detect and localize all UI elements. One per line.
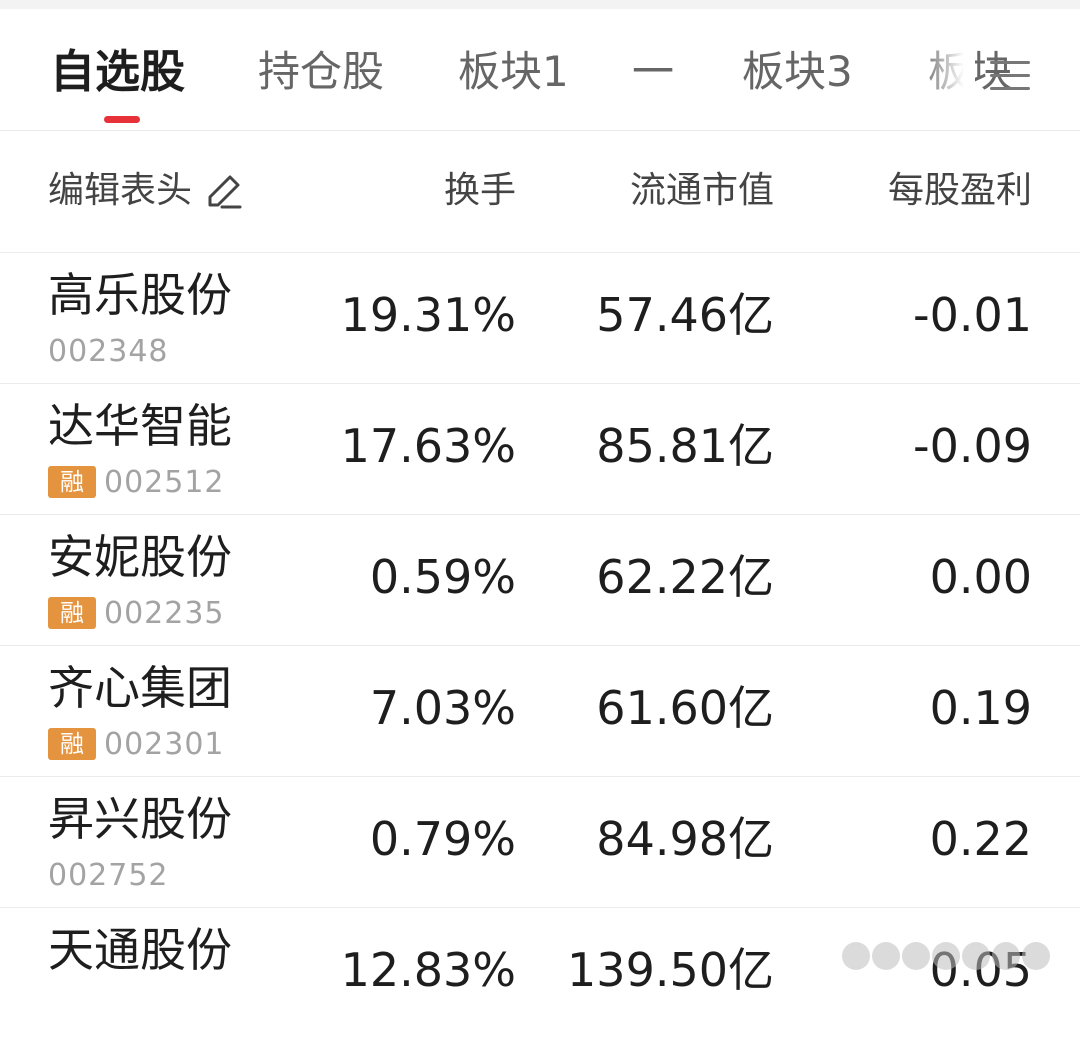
eps-value: -0.01	[912, 288, 1032, 342]
stock-name: 天通股份	[48, 923, 232, 977]
edit-header-label: 编辑表头	[48, 170, 193, 211]
stock-code: 002301	[104, 726, 225, 762]
tab-overflow-fade	[920, 49, 975, 109]
stock-sub-info: 002752	[48, 857, 169, 893]
stock-row[interactable]: 高乐股份 002348 19.31% 57.46亿 -0.01	[0, 253, 1080, 384]
float-cap-value: 61.60亿	[596, 681, 774, 735]
header-eps[interactable]: 每股盈利	[888, 169, 1032, 213]
stock-name: 高乐股份	[48, 268, 232, 322]
eps-value: 0.19	[929, 681, 1032, 735]
stock-row[interactable]: 达华智能 融 002512 17.63% 85.81亿 -0.09	[0, 384, 1080, 515]
edit-icon	[208, 175, 242, 209]
header-float-market-cap[interactable]: 流通市值	[630, 169, 774, 213]
stock-code: 002752	[48, 857, 169, 893]
stock-list: 高乐股份 002348 19.31% 57.46亿 -0.01 达华智能 融 0…	[0, 253, 1080, 1038]
turnover-value: 0.79%	[369, 812, 516, 866]
float-cap-value: 62.22亿	[596, 550, 774, 604]
turnover-value: 7.03%	[369, 681, 516, 735]
stock-name: 安妮股份	[48, 530, 232, 584]
float-cap-value: 139.50亿	[567, 943, 774, 997]
stock-name: 昇兴股份	[48, 792, 232, 846]
menu-icon[interactable]	[990, 57, 1032, 93]
turnover-value: 12.83%	[340, 943, 516, 997]
turnover-value: 19.31%	[340, 288, 516, 342]
tab-bar: 自选股 持仓股 板块1 一 板块3 板块	[0, 9, 1080, 131]
header-turnover[interactable]: 换手	[444, 169, 516, 213]
stock-sub-info: 融 002301	[48, 726, 225, 762]
turnover-value: 17.63%	[340, 419, 516, 473]
watermark-dots	[842, 942, 1052, 976]
stock-sub-info: 融 002235	[48, 595, 225, 631]
edit-header-button[interactable]: 编辑表头	[48, 169, 244, 213]
margin-badge: 融	[48, 466, 96, 498]
stock-name: 齐心集团	[48, 661, 232, 715]
active-tab-indicator	[104, 116, 140, 123]
stock-code: 002235	[104, 595, 225, 631]
stock-name: 达华智能	[48, 399, 232, 453]
margin-badge: 融	[48, 597, 96, 629]
tab-sector-1[interactable]: 板块1	[458, 47, 569, 97]
float-cap-value: 84.98亿	[596, 812, 774, 866]
eps-value: -0.09	[912, 419, 1032, 473]
stock-sub-info: 002348	[48, 333, 169, 369]
turnover-value: 0.59%	[369, 550, 516, 604]
stock-row[interactable]: 昇兴股份 002752 0.79% 84.98亿 0.22	[0, 777, 1080, 908]
tab-sector-2[interactable]: 一	[632, 47, 674, 97]
tab-holdings[interactable]: 持仓股	[258, 47, 384, 97]
stock-row[interactable]: 安妮股份 融 002235 0.59% 62.22亿 0.00	[0, 515, 1080, 646]
float-cap-value: 57.46亿	[596, 288, 774, 342]
eps-value: 0.22	[929, 812, 1032, 866]
stock-sub-info: 融 002512	[48, 464, 225, 500]
top-strip	[0, 0, 1080, 9]
tab-watchlist[interactable]: 自选股	[50, 47, 185, 97]
float-cap-value: 85.81亿	[596, 419, 774, 473]
table-header: 编辑表头 换手 流通市值 每股盈利	[0, 131, 1080, 253]
stock-row[interactable]: 齐心集团 融 002301 7.03% 61.60亿 0.19	[0, 646, 1080, 777]
tab-sector-3[interactable]: 板块3	[742, 47, 853, 97]
stock-code: 002348	[48, 333, 169, 369]
margin-badge: 融	[48, 728, 96, 760]
eps-value: 0.00	[929, 550, 1032, 604]
stock-code: 002512	[104, 464, 225, 500]
